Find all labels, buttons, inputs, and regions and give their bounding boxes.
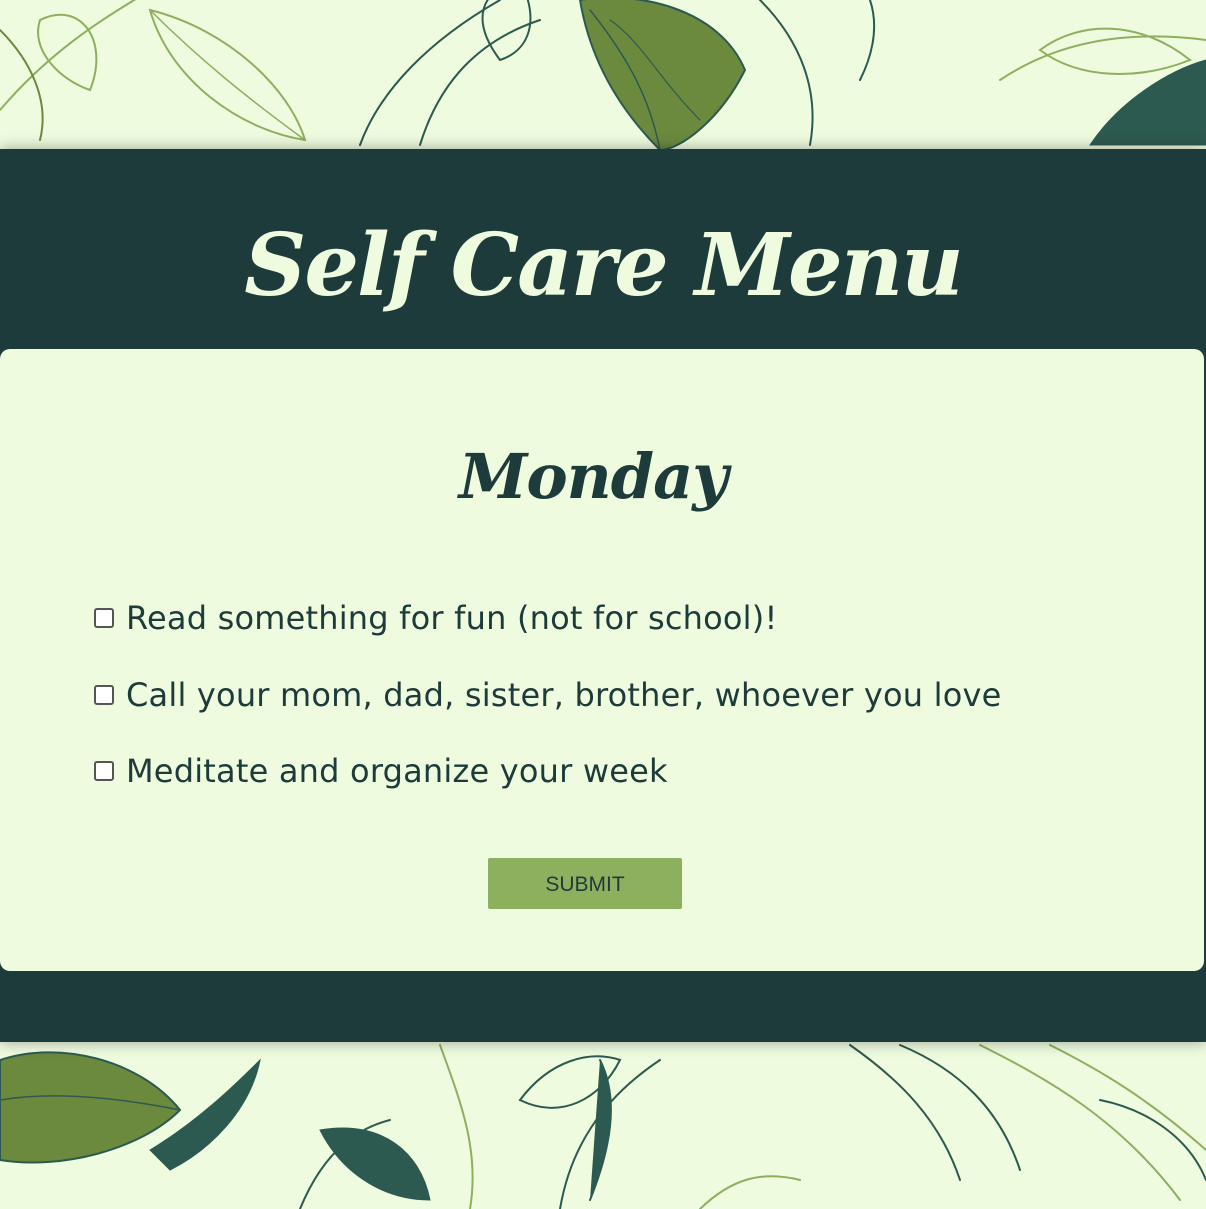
task-checkbox[interactable] [94,608,114,628]
submit-button[interactable]: SUBMIT [488,858,682,909]
task-item[interactable]: Read something for fun (not for school)! [94,598,777,638]
task-item[interactable]: Meditate and organize your week [94,751,668,791]
self-care-card: Monday Read something for fun (not for s… [0,349,1204,971]
task-label: Meditate and organize your week [126,752,668,790]
task-label: Read something for fun (not for school)! [126,599,778,637]
task-checkbox[interactable] [94,685,114,705]
day-heading: Monday [458,440,729,513]
task-label: Call your mom, dad, sister, brother, who… [126,676,1002,714]
task-checkbox[interactable] [94,761,114,781]
page-title: Self Care Menu [244,215,964,316]
task-item[interactable]: Call your mom, dad, sister, brother, who… [94,675,1002,715]
